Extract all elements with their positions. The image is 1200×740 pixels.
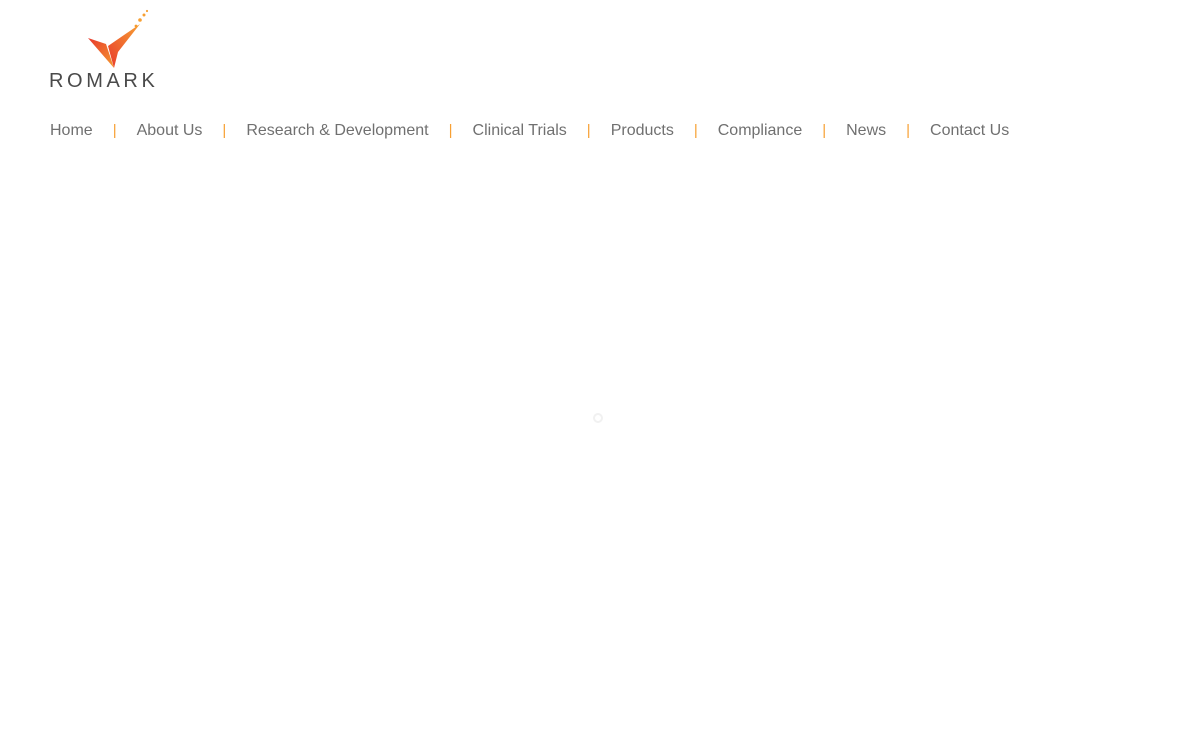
nav-item-home[interactable]: Home (50, 119, 93, 143)
nav-separator: | (906, 122, 911, 139)
nav-separator: | (112, 122, 117, 139)
nav-separator: | (448, 122, 453, 139)
logo-wordmark: ROMARK (49, 70, 158, 92)
nav-item-compliance[interactable]: Compliance (718, 119, 802, 143)
loading-spinner-icon (593, 413, 603, 423)
nav-item-clinical-trials[interactable]: Clinical Trials (473, 119, 567, 143)
nav-separator: | (693, 122, 698, 139)
page: ROMARK Home | About Us | Research & Deve… (0, 0, 1200, 740)
nav-separator: | (586, 122, 591, 139)
nav-separator: | (822, 122, 827, 139)
nav-separator: | (222, 122, 227, 139)
nav-item-news[interactable]: News (846, 119, 886, 143)
nav-item-contact-us[interactable]: Contact Us (930, 119, 1009, 143)
nav-item-research-development[interactable]: Research & Development (246, 119, 428, 143)
romark-logo[interactable]: ROMARK (48, 8, 180, 92)
main-nav: Home | About Us | Research & Development… (50, 119, 1009, 143)
romark-logo-graphic: ROMARK (49, 9, 158, 92)
nav-item-products[interactable]: Products (611, 119, 674, 143)
nav-item-about-us[interactable]: About Us (137, 119, 203, 143)
